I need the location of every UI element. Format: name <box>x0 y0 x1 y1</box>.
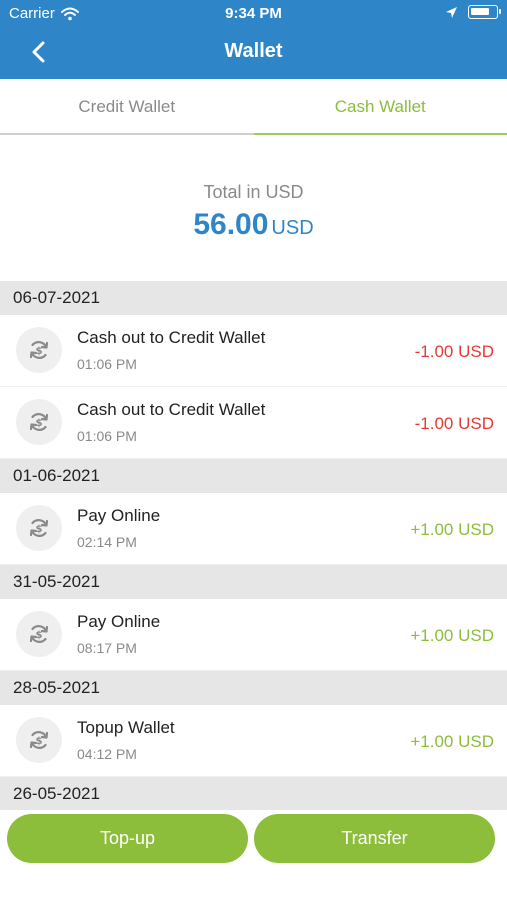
transaction-list: 06-07-2021 $ Cash out to Credit Wallet 01:0… <box>0 281 507 811</box>
transaction-title: Pay Online <box>77 506 161 525</box>
top-bar: Carrier 9:34 PM Wallet <box>0 0 507 79</box>
svg-text:$: $ <box>36 346 43 357</box>
transaction-time: 04:12 PM <box>77 746 137 762</box>
transaction-title: Cash out to Credit Wallet <box>77 328 266 347</box>
transaction-row[interactable]: $ Topup Wallet 04:12 PM +1.00 USD <box>0 705 507 777</box>
transaction-title: Topup Wallet <box>77 718 175 737</box>
page-title: Wallet <box>224 40 283 62</box>
transaction-amount: -1.00 USD <box>414 414 494 433</box>
transaction-title: Cash out to Credit Wallet <box>77 400 266 419</box>
date-header: 01-06-2021 <box>0 459 507 493</box>
total-amount-value: 56.00 <box>193 208 269 241</box>
transaction-row[interactable]: $ Cash out to Credit Wallet 01:06 PM -1.00 … <box>0 315 507 387</box>
total-amount: 56.00 USD <box>0 208 507 242</box>
svg-text:$: $ <box>36 630 43 641</box>
exchange-icon: $ <box>16 327 62 373</box>
status-right <box>445 5 501 19</box>
exchange-icon: $ <box>16 717 62 763</box>
svg-text:$: $ <box>36 418 43 429</box>
topup-button[interactable]: Top-up <box>7 814 248 863</box>
transaction-time: 01:06 PM <box>77 356 137 372</box>
bottom-actions: Top-up Transfer <box>0 810 507 900</box>
nav-bar: Wallet <box>0 30 507 74</box>
date-header: 06-07-2021 <box>0 281 507 315</box>
battery-icon <box>468 5 501 19</box>
transaction-amount: -1.00 USD <box>414 342 494 361</box>
total-label: Total in USD <box>203 182 304 202</box>
total-amount-currency: USD <box>271 217 314 239</box>
transaction-row[interactable]: $ Pay Online 08:17 PM +1.00 USD <box>0 599 507 671</box>
status-time: 9:34 PM <box>225 5 282 22</box>
tab-cash-wallet[interactable]: Cash Wallet <box>253 79 507 135</box>
transaction-row[interactable]: $ Pay Online 02:14 PM +1.00 USD <box>0 493 507 565</box>
exchange-icon: $ <box>16 399 62 445</box>
date-header: 31-05-2021 <box>0 565 507 599</box>
exchange-icon: $ <box>16 505 62 551</box>
transaction-time: 08:17 PM <box>77 640 137 656</box>
transaction-amount: +1.00 USD <box>410 520 494 539</box>
status-bar: Carrier 9:34 PM <box>0 0 507 28</box>
wallet-tabs: Credit Wallet Cash Wallet <box>0 79 507 135</box>
transaction-time: 01:06 PM <box>77 428 137 444</box>
tab-credit-wallet[interactable]: Credit Wallet <box>0 79 254 135</box>
date-header: 28-05-2021 <box>0 671 507 705</box>
location-arrow-icon <box>446 6 457 18</box>
exchange-icon: $ <box>16 611 62 657</box>
transaction-amount: +1.00 USD <box>410 626 494 645</box>
svg-text:$: $ <box>36 736 43 747</box>
transaction-title: Pay Online <box>77 612 161 631</box>
transfer-button[interactable]: Transfer <box>254 814 495 863</box>
transaction-row[interactable]: $ Cash out to Credit Wallet 01:06 PM -1.00 … <box>0 387 507 459</box>
transaction-time: 02:14 PM <box>77 534 137 550</box>
transaction-amount: +1.00 USD <box>410 732 494 751</box>
svg-text:$: $ <box>36 524 43 535</box>
date-header: 26-05-2021 <box>0 777 507 811</box>
